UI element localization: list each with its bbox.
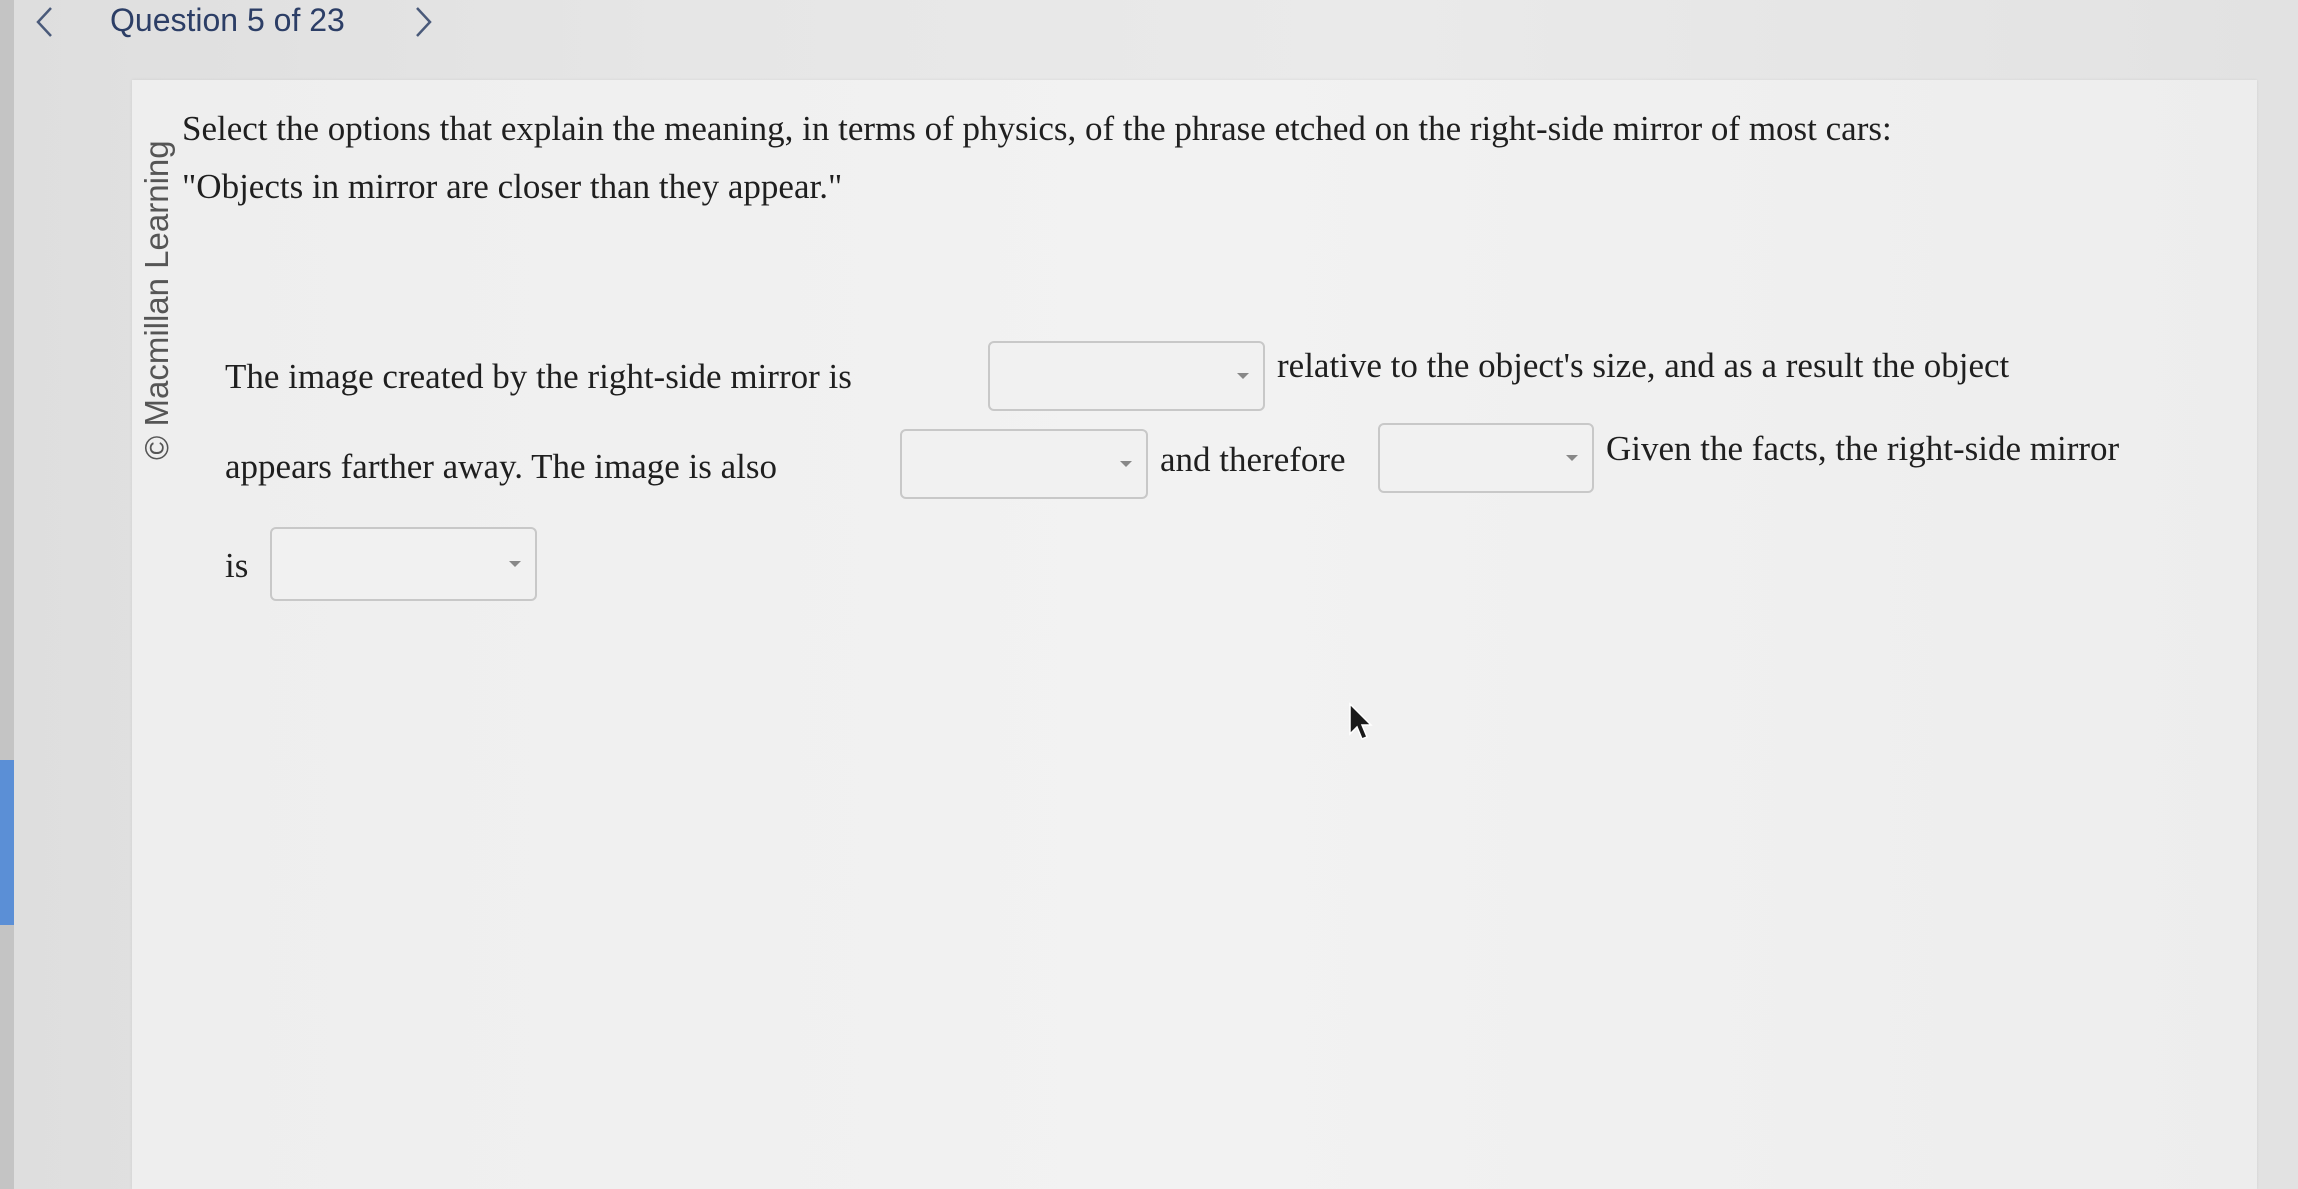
- sentence-part-6: is: [225, 546, 249, 585]
- consequence-dropdown[interactable]: [1378, 423, 1594, 493]
- prompt-line-1: Select the options that explain the mean…: [182, 109, 1892, 148]
- prompt-line-2: "Objects in mirror are closer than they …: [182, 167, 843, 206]
- image-size-dropdown[interactable]: [988, 341, 1265, 411]
- question-counter: Question 5 of 23: [110, 2, 345, 38]
- chevron-down-icon: [1566, 455, 1578, 461]
- left-panel-accent[interactable]: [0, 760, 14, 925]
- question-prompt: Select the options that explain the mean…: [182, 100, 2202, 216]
- chevron-left-icon: [36, 7, 52, 37]
- chevron-down-icon: [1120, 461, 1132, 467]
- chevron-down-icon: [509, 561, 521, 567]
- question-card: [132, 80, 2257, 1189]
- previous-question-button[interactable]: [22, 0, 66, 44]
- mouse-pointer-icon: [1349, 702, 1373, 740]
- image-type-dropdown[interactable]: [900, 429, 1148, 499]
- sentence-part-4: and therefore: [1160, 440, 1346, 479]
- mirror-type-dropdown[interactable]: [270, 527, 537, 601]
- question-nav-bar: Question 5 of 23: [0, 0, 2298, 60]
- chevron-right-icon: [416, 7, 432, 37]
- next-question-button[interactable]: [402, 0, 446, 44]
- sentence-part-3: appears farther away. The image is also: [225, 447, 777, 486]
- sentence-part-1: The image created by the right-side mirr…: [225, 357, 852, 396]
- left-panel-edge: [0, 0, 14, 1189]
- copyright-notice: © Macmillan Learning: [138, 140, 175, 460]
- chevron-down-icon: [1237, 373, 1249, 379]
- sentence-part-2: relative to the object's size, and as a …: [1277, 346, 2010, 385]
- sentence-part-5: Given the facts, the right-side mirror: [1606, 429, 2120, 468]
